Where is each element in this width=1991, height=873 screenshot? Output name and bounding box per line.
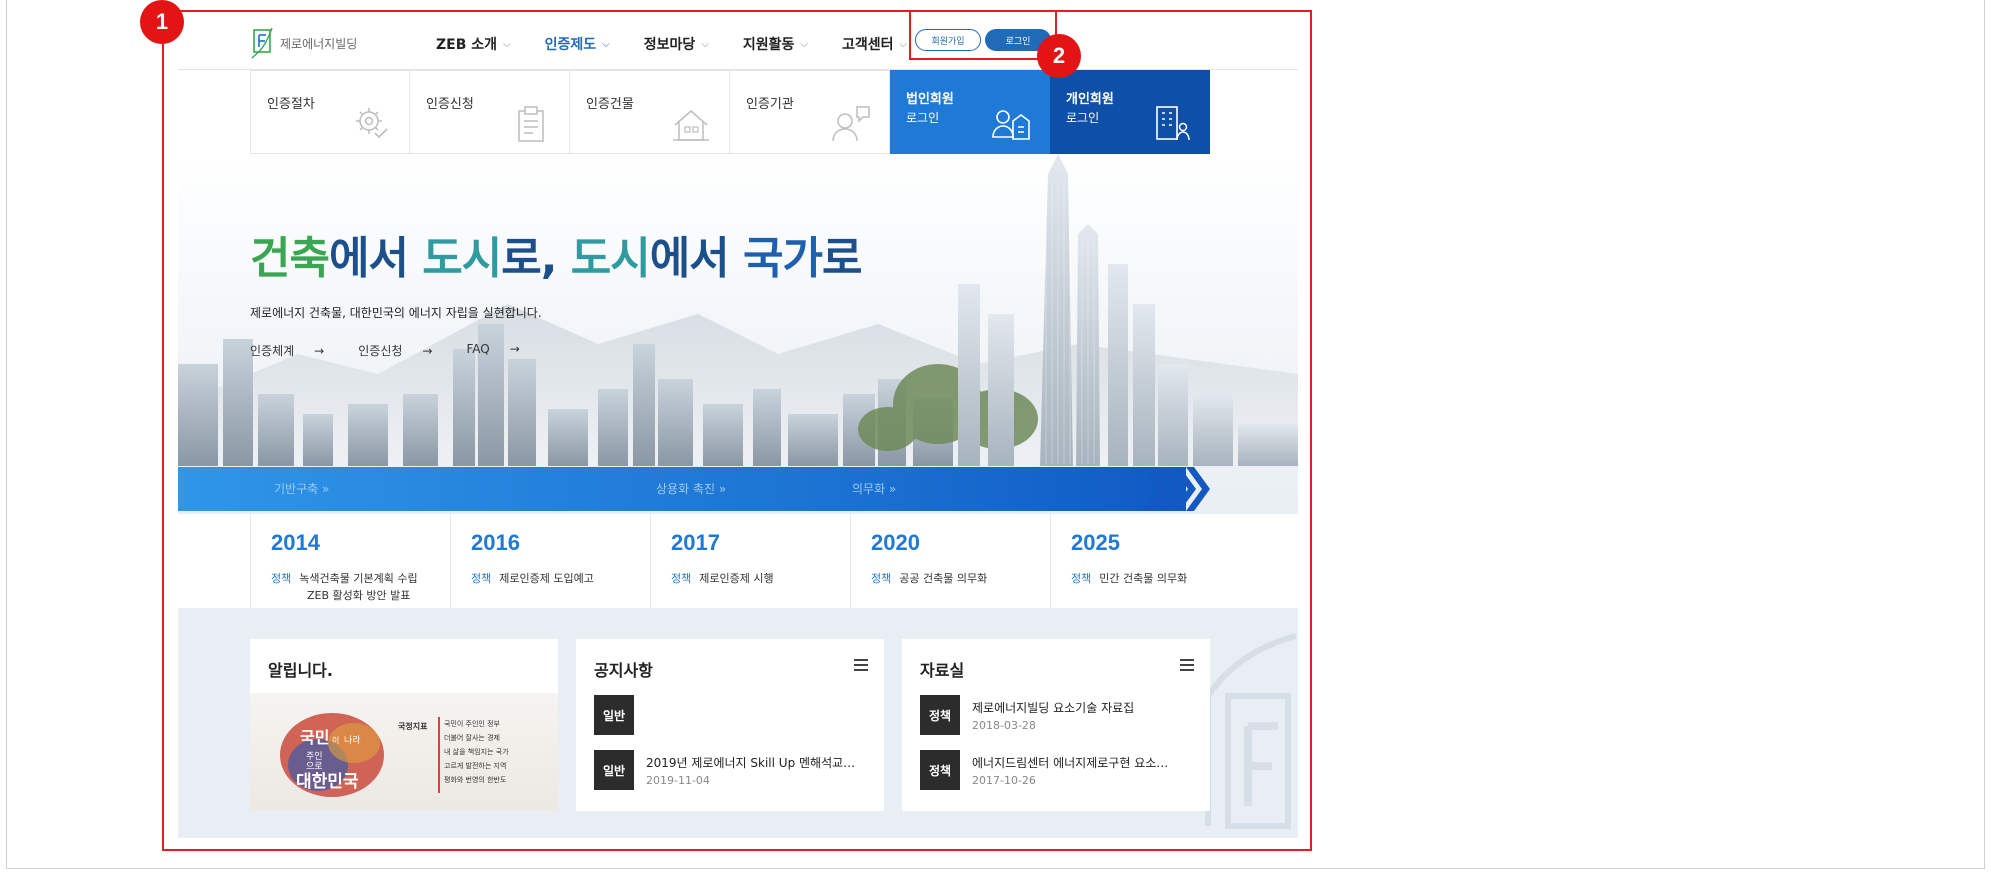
annotation-box-member — [909, 10, 1057, 60]
annotation-marker: 1 — [140, 0, 184, 44]
annotation-box-page — [162, 10, 1312, 851]
annotation-marker: 2 — [1037, 34, 1081, 78]
